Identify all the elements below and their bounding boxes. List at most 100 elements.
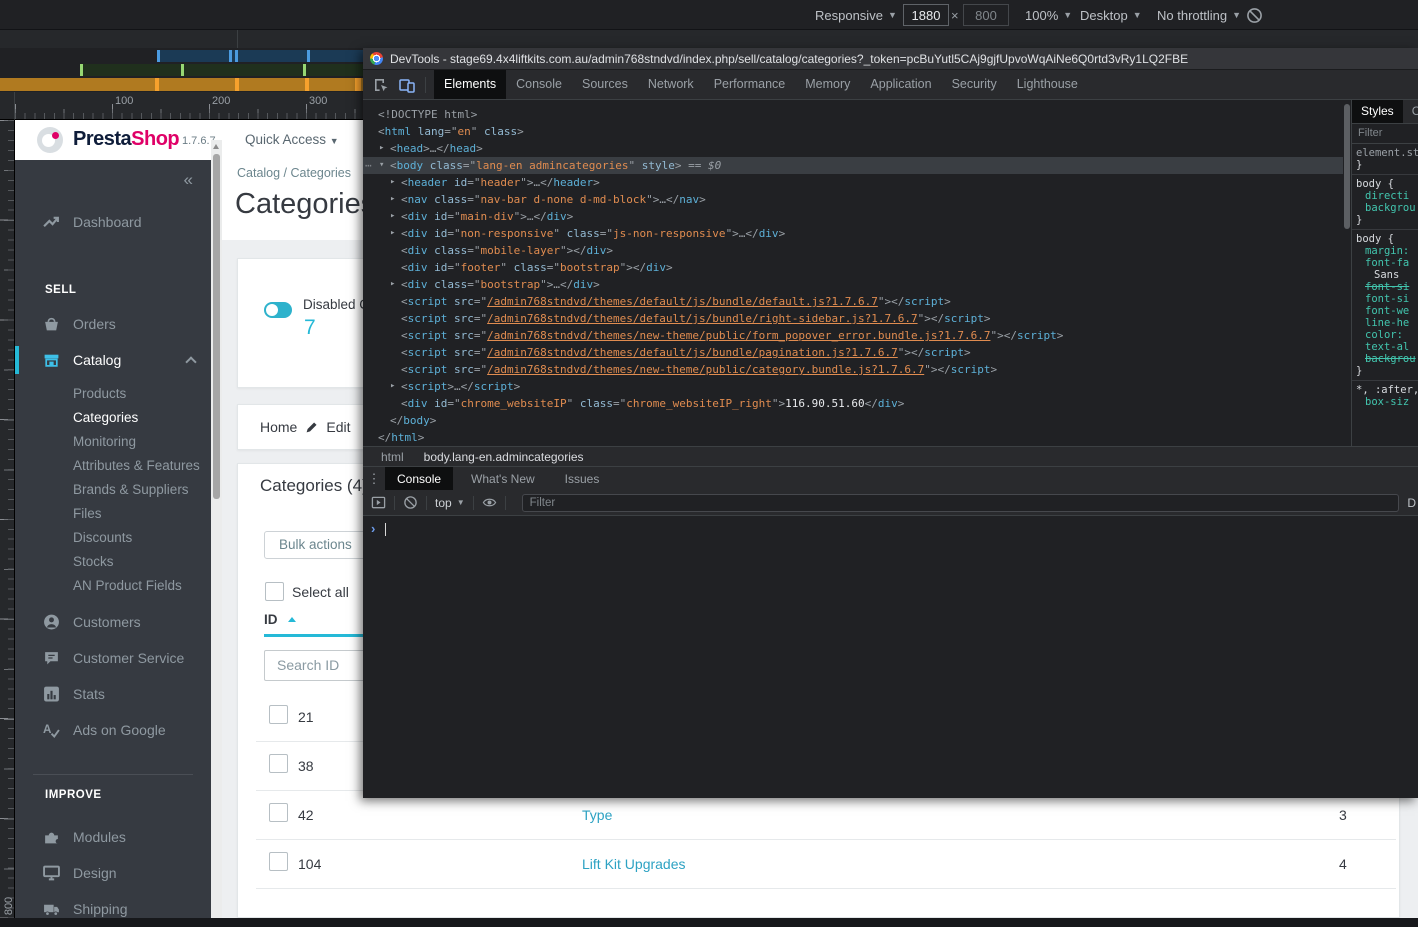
devtools-tab-network[interactable]: Network xyxy=(638,70,704,99)
media-query-bar-orange[interactable] xyxy=(0,78,363,91)
sidebar-subitem-discounts[interactable]: Discounts xyxy=(15,526,211,550)
scrollbar-up-arrow-icon[interactable] xyxy=(213,144,219,149)
javascript-context-select[interactable]: top▼ xyxy=(435,496,465,510)
expand-arrow-icon[interactable]: ▸ xyxy=(390,191,395,208)
expand-arrow-icon[interactable]: ▸ xyxy=(390,174,395,191)
dom-tree-node[interactable]: <div class="mobile-layer"></div> xyxy=(363,242,1343,259)
devtools-tab-security[interactable]: Security xyxy=(942,70,1007,99)
expand-arrow-icon[interactable]: ▸ xyxy=(390,208,395,225)
dom-breadcrumb-html[interactable]: html xyxy=(381,450,404,464)
inspect-element-icon[interactable] xyxy=(373,77,389,93)
expand-arrow-icon[interactable]: ▸ xyxy=(379,140,384,157)
kebab-menu-icon[interactable]: ⋮ xyxy=(363,471,385,487)
sidebar-subitem-monitoring[interactable]: Monitoring xyxy=(15,430,211,454)
dom-tree-node[interactable]: <script src="/admin768stndvd/themes/new-… xyxy=(363,361,1343,378)
drawer-tab-what-s-new[interactable]: What's New xyxy=(459,467,547,491)
id-column-header[interactable]: ID xyxy=(264,612,278,627)
dom-tree-node[interactable]: ▸<header id="header">…</header> xyxy=(363,174,1343,191)
row-checkbox[interactable] xyxy=(269,754,288,773)
dom-tree-node[interactable]: <script src="/admin768stndvd/themes/defa… xyxy=(363,310,1343,327)
elements-scrollbar[interactable] xyxy=(1343,100,1351,446)
sidebar-subitem-files[interactable]: Files xyxy=(15,502,211,526)
dom-tree-node[interactable]: ▸<nav class="nav-bar d-none d-md-block">… xyxy=(363,191,1343,208)
devtools-tab-lighthouse[interactable]: Lighthouse xyxy=(1007,70,1088,99)
dom-tree-node[interactable]: <html lang="en" class> xyxy=(363,123,1343,140)
dom-breadcrumb-body[interactable]: body.lang-en.admincategories xyxy=(424,450,584,464)
console-filter-input[interactable]: Filter xyxy=(522,494,1400,512)
devtools-tab-console[interactable]: Console xyxy=(506,70,572,99)
devtools-tab-elements[interactable]: Elements xyxy=(434,70,506,99)
show-console-sidebar-icon[interactable] xyxy=(371,495,386,510)
sidebar-subitem-an-product-fields[interactable]: AN Product Fields xyxy=(15,574,211,598)
expand-arrow-icon[interactable]: ▸ xyxy=(390,378,395,395)
drawer-tab-issues[interactable]: Issues xyxy=(553,467,612,491)
viewport-height-input[interactable]: 800 xyxy=(963,0,1009,30)
sidebar-subitem-brands-suppliers[interactable]: Brands & Suppliers xyxy=(15,478,211,502)
console-messages-area[interactable]: › xyxy=(363,516,1418,798)
styles-tab-styles[interactable]: Styles xyxy=(1352,100,1403,123)
expand-arrow-icon[interactable]: ▸ xyxy=(390,225,395,242)
dom-tree-node[interactable]: <div id="footer" class="bootstrap"></div… xyxy=(363,259,1343,276)
dom-tree-node[interactable]: <!DOCTYPE html> xyxy=(363,106,1343,123)
dom-tree-node[interactable]: </html> xyxy=(363,429,1343,446)
styles-tab-co[interactable]: Co xyxy=(1403,100,1418,123)
sidebar-item-customers[interactable]: Customers xyxy=(15,604,211,640)
dom-tree-node[interactable]: ⋯▾<body class="lang-en admincategories" … xyxy=(363,157,1343,174)
expand-arrow-icon[interactable]: ▸ xyxy=(390,276,395,293)
zoom-select[interactable]: 100%▼ xyxy=(1025,0,1072,30)
devtools-tab-application[interactable]: Application xyxy=(860,70,941,99)
breadcrumb[interactable]: Catalog / Categories xyxy=(237,166,351,180)
sidebar-item-shipping[interactable]: Shipping xyxy=(15,891,211,918)
dom-tree-node[interactable]: <script src="/admin768stndvd/themes/defa… xyxy=(363,344,1343,361)
viewport-width-input[interactable]: 1880 xyxy=(903,0,949,30)
sidebar-item-stats[interactable]: Stats xyxy=(15,676,211,712)
dom-tree-node[interactable]: <script src="/admin768stndvd/themes/new-… xyxy=(363,327,1343,344)
device-type-select[interactable]: Desktop▼ xyxy=(1080,0,1142,30)
device-mode-select[interactable]: Responsive▼ xyxy=(815,0,897,30)
prestashop-logo-icon[interactable] xyxy=(37,127,63,153)
sidebar-scrollbar[interactable] xyxy=(211,140,222,918)
scrollbar-thumb[interactable] xyxy=(213,154,220,499)
styles-filter-input[interactable]: Filter xyxy=(1352,124,1418,144)
media-query-bar-blue[interactable] xyxy=(157,50,363,62)
devtools-titlebar[interactable]: DevTools - stage69.4x4liftkits.com.au/ad… xyxy=(363,48,1418,70)
row-checkbox[interactable] xyxy=(269,852,288,871)
sidebar-subitem-stocks[interactable]: Stocks xyxy=(15,550,211,574)
devtools-tab-performance[interactable]: Performance xyxy=(704,70,796,99)
dom-tree-node[interactable]: </body> xyxy=(363,412,1343,429)
tab-edit[interactable]: Edit xyxy=(326,419,350,435)
sidebar-collapse-button[interactable]: « xyxy=(15,160,211,204)
sidebar-item-customer-service[interactable]: Customer Service xyxy=(15,640,211,676)
row-checkbox[interactable] xyxy=(269,705,288,724)
category-link[interactable]: Lift Kit Upgrades xyxy=(582,856,686,872)
row-checkbox[interactable] xyxy=(269,803,288,822)
tab-home[interactable]: Home xyxy=(260,419,297,435)
sidebar-subitem-categories[interactable]: Categories xyxy=(15,406,211,430)
no-throttling-icon[interactable] xyxy=(1246,0,1263,30)
media-query-bar-green[interactable] xyxy=(80,64,363,76)
dom-tree-node[interactable]: ▸<div id="non-responsive" class="js-non-… xyxy=(363,225,1343,242)
category-link[interactable]: Type xyxy=(582,807,612,823)
collapse-arrow-icon[interactable]: ▾ xyxy=(379,157,384,174)
sidebar-item-catalog[interactable]: Catalog xyxy=(15,342,211,378)
scrollbar-thumb[interactable] xyxy=(1344,104,1350,229)
drawer-tab-console[interactable]: Console xyxy=(385,467,453,491)
sidebar-item-ads-on-google[interactable]: AAds on Google xyxy=(15,712,211,748)
dom-tree-node[interactable]: ▸<div id="main-div">…</div> xyxy=(363,208,1343,225)
sidebar-item-modules[interactable]: Modules xyxy=(15,819,211,855)
default-levels-select[interactable]: D xyxy=(1407,496,1416,510)
sidebar-item-design[interactable]: Design xyxy=(15,855,211,891)
create-live-expression-icon[interactable] xyxy=(482,495,497,510)
dom-tree-node[interactable]: <div id="chrome_websiteIP" class="chrome… xyxy=(363,395,1343,412)
quick-access-dropdown[interactable]: Quick Access ▼ xyxy=(245,132,339,147)
toggle-device-toolbar-icon[interactable] xyxy=(399,77,415,93)
devtools-tab-sources[interactable]: Sources xyxy=(572,70,638,99)
sort-ascending-icon[interactable] xyxy=(288,617,296,622)
select-all-checkbox[interactable] xyxy=(265,582,284,601)
throttling-select[interactable]: No throttling▼ xyxy=(1157,0,1241,30)
sidebar-item-orders[interactable]: Orders xyxy=(15,306,211,342)
dom-tree-node[interactable]: <script src="/admin768stndvd/themes/defa… xyxy=(363,293,1343,310)
sidebar-item-dashboard[interactable]: Dashboard xyxy=(15,204,211,240)
clear-console-icon[interactable] xyxy=(403,495,418,510)
sidebar-subitem-products[interactable]: Products xyxy=(15,382,211,406)
